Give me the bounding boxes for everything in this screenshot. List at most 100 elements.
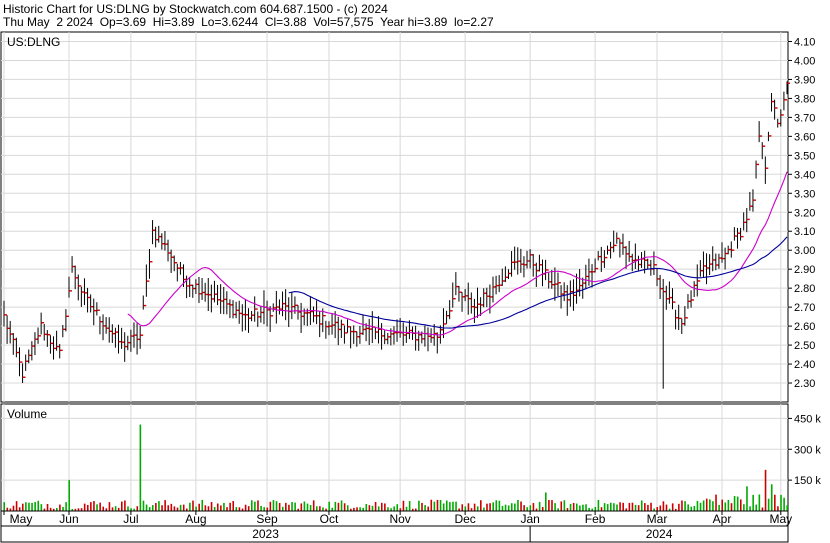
price-tick-label: 4.10 <box>794 36 815 48</box>
volume-bar <box>640 500 643 511</box>
price-tick-label: 3.90 <box>794 74 815 86</box>
volume-bar <box>210 502 213 511</box>
volume-bar <box>526 507 529 511</box>
price-tick-label: 2.60 <box>794 321 815 333</box>
volume-bar <box>387 507 389 511</box>
volume-bar <box>213 507 216 511</box>
volume-bar <box>752 494 754 511</box>
volume-bar <box>721 499 724 511</box>
price-tick-label: 3.50 <box>794 150 815 162</box>
volume-bar <box>59 504 61 511</box>
volume-bar <box>421 502 423 511</box>
volume-bar <box>207 506 210 511</box>
price-tick-label: 4.00 <box>794 55 815 67</box>
volume-bar <box>560 501 563 511</box>
month-label: May <box>10 512 33 526</box>
volume-bar <box>616 504 618 511</box>
volume-bar <box>93 501 95 511</box>
volume-bar <box>309 505 312 511</box>
volume-bar <box>34 502 36 511</box>
price-tick-label: 3.40 <box>794 169 815 181</box>
volume-bar <box>176 507 179 511</box>
volume-bar <box>99 502 101 511</box>
price-tick-label: 2.50 <box>794 340 815 352</box>
volume-bar <box>736 496 739 511</box>
volume-bar <box>368 505 371 511</box>
volume-bar <box>15 501 18 511</box>
volume-plot-area <box>0 403 789 512</box>
volume-panel: 450 k 300 k 150 k Volume <box>0 403 821 512</box>
volume-bar <box>269 501 272 511</box>
volume-bar <box>464 506 467 511</box>
volume-bar <box>161 505 163 511</box>
volume-bar <box>647 504 649 511</box>
volume-bar <box>786 505 788 511</box>
volume-bar <box>665 504 668 511</box>
volume-bar <box>220 505 222 511</box>
price-tick-label: 3.00 <box>794 245 815 257</box>
volume-bar <box>715 494 717 511</box>
volume-bar <box>334 501 337 511</box>
volume-bar <box>718 504 720 511</box>
volume-bar <box>575 503 578 511</box>
price-tick-label: 2.80 <box>794 283 815 295</box>
volume-bar <box>774 494 776 511</box>
volume-bar <box>523 505 525 511</box>
volume-bar <box>356 507 358 511</box>
volume-bar <box>40 504 43 511</box>
volume-bar <box>545 492 547 511</box>
volume-tick-label: 150 k <box>794 475 821 487</box>
price-tick-label: 3.10 <box>794 226 815 238</box>
year-label: 2024 <box>646 527 673 541</box>
volume-bar <box>155 503 157 511</box>
volume-bar <box>418 500 420 511</box>
volume-bar <box>195 506 197 511</box>
month-label: Dec <box>454 512 475 526</box>
price-tick-label: 3.20 <box>794 207 815 219</box>
price-panel: 4.10 4.00 3.90 3.80 3.70 3.60 3.50 3.40 3.30 3.20… <box>0 31 815 403</box>
volume-bar <box>480 500 482 511</box>
volume-bar <box>266 507 269 511</box>
volume-bar <box>380 502 383 511</box>
volume-bar <box>780 494 782 511</box>
volume-bar <box>300 503 303 511</box>
volume-bar <box>727 499 730 511</box>
stock-chart: 4.10 4.00 3.90 3.80 3.70 3.60 3.50 3.40 3.30 3.20… <box>0 31 821 543</box>
volume-bar <box>501 505 504 511</box>
volume-bar <box>25 502 27 511</box>
volume-bar <box>294 502 296 511</box>
volume-bar <box>761 507 764 511</box>
volume-bar <box>170 503 173 511</box>
volume-bar <box>439 500 442 511</box>
month-label: Jan <box>520 512 539 526</box>
volume-bar <box>346 505 349 511</box>
volume-bar <box>359 507 361 511</box>
volume-bar <box>328 501 330 511</box>
month-label: Nov <box>389 512 410 526</box>
volume-bar <box>696 501 699 511</box>
volume-bar <box>65 502 67 511</box>
volume-bar <box>142 500 145 511</box>
x-axis: May Jun Jul Aug Sep Oct Nov Dec Jan Feb Mar Apr May 2… <box>0 510 792 543</box>
volume-bar <box>371 505 374 511</box>
volume-bar <box>467 503 470 511</box>
volume-bar <box>510 503 513 511</box>
volume-bar <box>582 504 584 511</box>
volume-bar <box>650 502 652 511</box>
volume-tick-label: 450 k <box>794 413 821 425</box>
volume-bar <box>644 503 646 511</box>
price-tick-label: 3.60 <box>794 131 815 143</box>
volume-bar <box>600 507 603 511</box>
volume-bar <box>164 500 166 511</box>
month-label: May <box>769 512 792 526</box>
volume-bar <box>303 501 306 511</box>
volume-bar <box>433 501 436 511</box>
price-tick-label: 3.30 <box>794 188 815 200</box>
volume-bar <box>659 505 662 511</box>
volume-bar <box>427 506 429 511</box>
volume-bar <box>319 506 321 511</box>
month-label: Sep <box>256 512 278 526</box>
volume-bar <box>486 503 488 511</box>
volume-bar <box>288 504 290 511</box>
volume-bar <box>86 504 89 511</box>
